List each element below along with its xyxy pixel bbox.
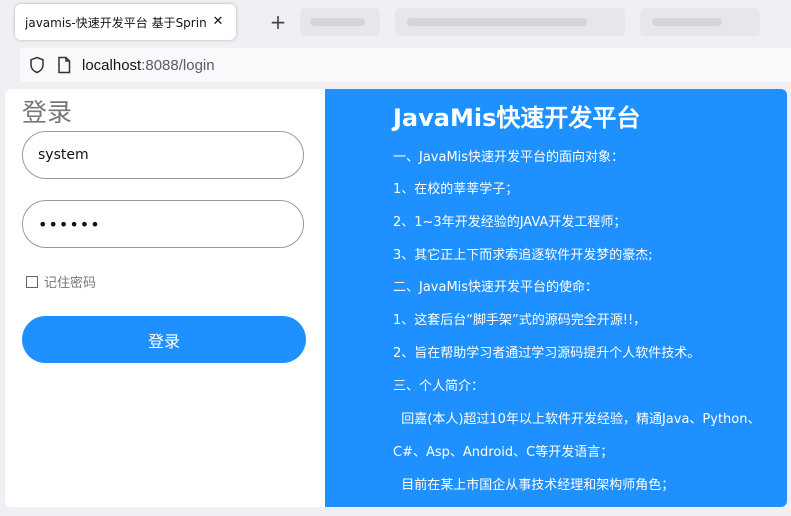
- shield-icon[interactable]: [28, 56, 46, 74]
- info-panel: JavaMis快速开发平台 一、JavaMis快速开发平台的面向对象： 1、在校…: [325, 89, 787, 507]
- login-title: 登录: [22, 98, 73, 127]
- info-title: JavaMis快速开发平台: [393, 104, 641, 132]
- login-panel: 登录 system •••••• 记住密码 登录: [5, 89, 325, 507]
- tab-title: javamis-快速开发平台 基于SpringB: [25, 15, 206, 30]
- tab-background-1[interactable]: [300, 8, 380, 36]
- info-line: 1、在校的莘莘学子；: [393, 182, 519, 197]
- tab-blurred-title: [407, 18, 587, 26]
- remember-checkbox[interactable]: [26, 275, 38, 288]
- password-input[interactable]: ••••••: [22, 200, 304, 248]
- info-line: 1、这套后台“脚手架”式的源码完全开源!!，: [393, 313, 647, 328]
- url-host: localhost: [82, 56, 142, 74]
- info-line: 2、1~3年开发经验的JAVA开发工程师；: [393, 215, 627, 230]
- login-button[interactable]: 登录: [22, 316, 306, 363]
- remember-label: 记住密码: [44, 276, 97, 291]
- close-icon[interactable]: ✕: [210, 14, 226, 30]
- tab-blurred-title: [310, 18, 365, 26]
- url-path: :8088/login: [141, 56, 215, 74]
- url-bar: localhost:8088/login: [20, 48, 791, 82]
- info-line: 三、个人简介：: [393, 379, 485, 394]
- tab-background-2[interactable]: [395, 8, 625, 36]
- remember-password[interactable]: 记住密码: [26, 272, 96, 291]
- username-input[interactable]: system: [22, 131, 304, 179]
- info-line: 一、JavaMis快速开发平台的面向对象：: [393, 150, 625, 165]
- info-line: C#、Asp、Android、C等开发语言；: [393, 445, 614, 460]
- address-field[interactable]: localhost:8088/login: [20, 48, 791, 82]
- tab-active[interactable]: javamis-快速开发平台 基于SpringB ✕: [15, 4, 236, 40]
- info-line: 3、其它正上下而求索追逐软件开发梦的豪杰;: [393, 248, 653, 263]
- info-line: 回嘉(本人)超过10年以上软件开发经验，精通Java、Python、: [393, 412, 761, 427]
- tab-background-3[interactable]: [640, 8, 760, 36]
- page-content: 登录 system •••••• 记住密码 登录 JavaMis快速开发平台 一…: [5, 89, 787, 507]
- info-line: 目前在某上市国企从事技术经理和架构师角色；: [393, 478, 675, 493]
- page-icon[interactable]: [56, 56, 72, 74]
- info-line: 二、JavaMis快速开发平台的使命：: [393, 280, 599, 295]
- info-line: 2、旨在帮助学习者通过学习源码提升个人软件技术。: [393, 346, 701, 361]
- new-tab-icon[interactable]: +: [268, 12, 288, 32]
- url-text[interactable]: localhost:8088/login: [82, 57, 215, 74]
- tab-bar: javamis-快速开发平台 基于SpringB ✕ +: [0, 0, 791, 44]
- tab-blurred-title: [652, 18, 722, 26]
